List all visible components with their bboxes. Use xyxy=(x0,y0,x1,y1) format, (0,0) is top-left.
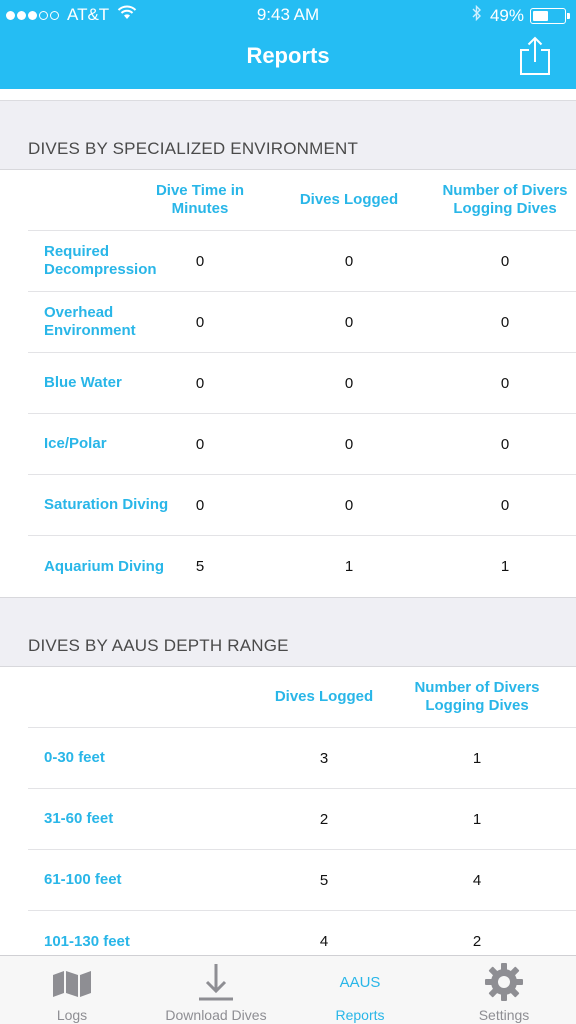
value-divers-count: 1 xyxy=(500,558,510,575)
value-dive-time: 0 xyxy=(195,435,205,453)
bluetooth-icon xyxy=(472,4,482,26)
value-divers-count: 0 xyxy=(500,496,510,514)
status-right: 49% xyxy=(472,4,570,26)
value-dive-time: 0 xyxy=(195,313,205,331)
value-dive-time: 5 xyxy=(195,558,205,575)
value-divers-count: 4 xyxy=(472,871,482,889)
reports-content[interactable]: DIVES BY SPECIALIZED ENVIRONMENT Dive Ti… xyxy=(0,89,576,955)
row-label: 0-30 feet xyxy=(44,749,105,766)
status-bar: AT&T 9:43 AM 49% xyxy=(0,0,576,30)
tab-settings[interactable]: Settings xyxy=(432,956,576,1024)
page-title: Reports xyxy=(246,43,330,68)
value-divers-count: 1 xyxy=(472,810,482,828)
column-header: Dives Logged xyxy=(274,688,374,705)
row-label: 31-60 feet xyxy=(44,810,114,827)
table-row: Overhead Environment 0 0 0 xyxy=(28,292,576,353)
download-icon xyxy=(144,962,288,1002)
tab-label: Reports xyxy=(335,1007,385,1023)
gear-icon xyxy=(432,962,576,1002)
value-dives-logged: 3 xyxy=(319,749,329,767)
previous-section-end xyxy=(0,89,576,101)
section-header-depth: DIVES BY AAUS DEPTH RANGE xyxy=(0,598,576,666)
row-label: 61-100 feet xyxy=(44,871,122,888)
value-divers-count: 1 xyxy=(472,749,482,767)
value-divers-count: 0 xyxy=(500,374,510,392)
column-header: Number of Divers Logging Dives xyxy=(414,679,540,714)
value-dives-logged: 0 xyxy=(344,496,354,514)
value-dives-logged: 0 xyxy=(344,435,354,453)
table-row: 61-100 feet 5 4 xyxy=(28,850,576,911)
battery-percent: 49% xyxy=(489,5,524,25)
tab-label: Download Dives xyxy=(165,1007,267,1023)
row-label: 101-130 feet xyxy=(44,932,130,950)
column-header: Dives Logged xyxy=(299,191,399,208)
map-icon xyxy=(0,962,144,1002)
battery-icon xyxy=(530,7,570,24)
tab-bar: Logs Download Dives AAUS Reports Setting… xyxy=(0,955,576,1024)
value-dives-logged: 0 xyxy=(344,252,354,270)
table-row: Aquarium Diving 5 1 1 xyxy=(28,536,576,597)
share-button[interactable] xyxy=(518,36,552,76)
battery-fill xyxy=(533,10,548,21)
depth-range-table: Dives Logged Number of Divers Logging Di… xyxy=(0,666,576,955)
table-row: 31-60 feet 2 1 xyxy=(28,789,576,850)
column-header: Dive Time in Minutes xyxy=(155,182,245,217)
aaus-icon-text: AAUS xyxy=(339,973,381,991)
environment-table: Dive Time in Minutes Dives Logged Number… xyxy=(0,169,576,598)
column-header: Number of Divers Logging Dives xyxy=(442,182,568,217)
table-row: Saturation Diving 0 0 0 xyxy=(28,475,576,536)
section-header-environment: DIVES BY SPECIALIZED ENVIRONMENT xyxy=(0,101,576,169)
table-row: 101-130 feet 4 2 xyxy=(28,911,576,955)
section-title: DIVES BY SPECIALIZED ENVIRONMENT xyxy=(28,139,359,158)
table-header-row: Dive Time in Minutes Dives Logged Number… xyxy=(28,170,576,231)
value-dives-logged: 1 xyxy=(344,558,354,575)
aaus-icon: AAUS xyxy=(288,962,432,1002)
value-divers-count: 2 xyxy=(472,933,482,950)
table-header-row: Dives Logged Number of Divers Logging Di… xyxy=(28,667,576,728)
value-dive-time: 0 xyxy=(195,374,205,392)
value-divers-count: 0 xyxy=(500,313,510,331)
value-dive-time: 0 xyxy=(195,252,205,270)
value-dive-time: 0 xyxy=(195,496,205,514)
value-divers-count: 0 xyxy=(500,435,510,453)
share-icon xyxy=(520,36,550,75)
tab-download-dives[interactable]: Download Dives xyxy=(144,956,288,1024)
value-dives-logged: 4 xyxy=(319,933,329,950)
value-dives-logged: 0 xyxy=(344,374,354,392)
table-row: Ice/Polar 0 0 0 xyxy=(28,414,576,475)
value-dives-logged: 0 xyxy=(344,313,354,331)
tab-reports[interactable]: AAUS Reports xyxy=(288,956,432,1024)
value-dives-logged: 5 xyxy=(319,871,329,889)
value-dives-logged: 2 xyxy=(319,810,329,828)
nav-header: AT&T 9:43 AM 49% Reports xyxy=(0,0,576,89)
table-row: 0-30 feet 3 1 xyxy=(28,728,576,789)
section-title: DIVES BY AAUS DEPTH RANGE xyxy=(28,636,289,655)
tab-logs[interactable]: Logs xyxy=(0,956,144,1024)
tab-label: Logs xyxy=(56,1007,88,1023)
table-row: Blue Water 0 0 0 xyxy=(28,353,576,414)
table-row: Required Decompression 0 0 0 xyxy=(28,231,576,292)
value-divers-count: 0 xyxy=(500,252,510,270)
tab-label: Settings xyxy=(478,1007,530,1023)
